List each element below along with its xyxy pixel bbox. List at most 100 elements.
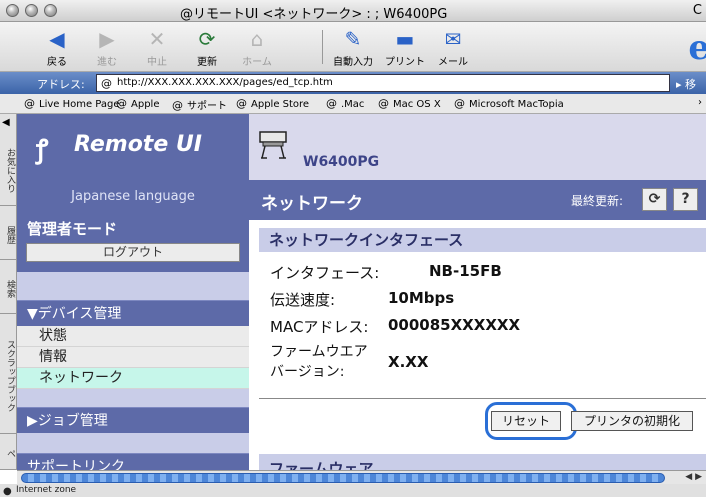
mac-address-value: 000085XXXXXX [388, 316, 521, 334]
favorite-at-icon: @ [116, 97, 127, 110]
section-header-network-interface: ネットワークインタフェース [259, 228, 706, 252]
print-button[interactable]: ▬ プリント [382, 25, 428, 68]
close-window-button[interactable] [6, 4, 19, 17]
forward-label: 進む [97, 57, 117, 68]
window-title-overflow: C [692, 3, 702, 18]
tab-scrapbook[interactable]: スクラップブック [0, 314, 17, 434]
scroll-arrows-icon[interactable]: ◀ ▶ [685, 472, 702, 482]
address-bar: アドレス: @ http://XXX.XXX.XXX.XXX/pages/ed_… [0, 72, 706, 94]
browser-toolbar: ◀ 戻る ▶ 進む ✕ 中止 ⟳ 更新 ⌂ ホーム ✎ 自動入力 ▬ プリント … [0, 22, 706, 72]
autofill-icon: ✎ [344, 27, 362, 51]
page-title: ネットワーク [261, 194, 363, 214]
admin-mode-title: 管理者モード [27, 220, 118, 238]
nav-spacer [17, 389, 249, 407]
mail-button[interactable]: ✉ メール [430, 25, 476, 68]
interface-label: インタフェース: [270, 264, 380, 282]
favorite-apple-store[interactable]: @ Apple Store [236, 97, 309, 110]
favorite-mac-os-x[interactable]: @ Mac OS X [378, 97, 441, 110]
last-updated-label: 最終更新: [571, 194, 624, 208]
favorites-bar: @ Live Home Page @ Apple @ サポート @ Apple Stor… [0, 94, 706, 114]
firmware-section-title: ファームウェア [269, 460, 374, 470]
favorite-at-icon: @ [24, 97, 35, 110]
speed-label: 伝送速度: [270, 291, 336, 309]
nav-spacer [17, 272, 249, 300]
minimize-window-button[interactable] [25, 4, 38, 17]
horizontal-scrollbar[interactable]: ◀ ▶ [17, 470, 706, 484]
home-button[interactable]: ⌂ ホーム [234, 25, 280, 68]
nav-item-status[interactable]: 状態 [17, 326, 249, 347]
nav-item-network[interactable]: ネットワーク [17, 368, 249, 389]
mail-icon: ✉ [444, 27, 462, 51]
admin-area: 管理者モード ログアウト [17, 212, 249, 272]
back-button[interactable]: ◀ 戻る [34, 25, 80, 68]
page-at-icon: @ [101, 77, 112, 90]
forward-button[interactable]: ▶ 進む [84, 25, 130, 68]
remote-ui-nav: ꝭ Remote UI Japanese language 管理者モード ログア… [17, 114, 249, 470]
interface-value: NB-15FB [429, 262, 502, 280]
printer-icon: ▬ [395, 27, 415, 51]
back-label: 戻る [47, 57, 67, 68]
favorite-at-icon: @ [172, 99, 183, 112]
collapse-tab-icon[interactable]: ◀ [2, 117, 10, 128]
tab-search[interactable]: 検索 [0, 260, 17, 314]
language-link[interactable]: Japanese language [17, 189, 249, 204]
refresh-icon: ⟳ [198, 27, 216, 51]
device-management-header[interactable]: ▼デバイス管理 [17, 300, 249, 326]
zone-text: Internet zone [16, 485, 77, 495]
favorites-more-icon[interactable]: › [698, 97, 702, 108]
go-button[interactable]: ▸ 移 [676, 76, 696, 92]
job-management-header[interactable]: ▶ジョブ管理 [17, 407, 249, 433]
address-label: アドレス: [37, 78, 85, 91]
main-content: W6400PG ネットワーク 最終更新: ⟳ ? ネットワークインタフェース イ… [249, 114, 706, 470]
stop-x-icon: ✕ [148, 27, 166, 51]
refresh-button[interactable]: ⟳ 更新 [184, 25, 230, 68]
stop-label: 中止 [147, 57, 167, 68]
refresh-icon: ⟳ [648, 191, 661, 207]
refresh-page-button[interactable]: ⟳ [642, 188, 667, 211]
firmware-version-value: X.XX [388, 353, 429, 371]
autofill-label: 自動入力 [333, 57, 373, 68]
refresh-label: 更新 [197, 57, 217, 68]
autofill-button[interactable]: ✎ 自動入力 [326, 25, 380, 68]
zoom-window-button[interactable] [44, 4, 57, 17]
favorite-live-home-page[interactable]: @ Live Home Page [24, 97, 120, 110]
go-label: 移 [685, 78, 697, 91]
favorite-support[interactable]: @ サポート [172, 97, 227, 112]
url-field[interactable]: @ http://XXX.XXX.XXX.XXX/pages/ed_tcp.ht… [96, 74, 670, 92]
printer-model-name: W6400PG [303, 154, 380, 170]
print-label: プリント [385, 57, 425, 68]
forward-arrow-icon: ▶ [99, 27, 115, 51]
favorite-at-icon: @ [378, 97, 389, 110]
back-arrow-icon: ◀ [49, 27, 65, 51]
logo-area: ꝭ Remote UI Japanese language [17, 114, 249, 212]
remote-ui-logo-icon: ꝭ [36, 135, 49, 165]
help-button[interactable]: ? [673, 188, 698, 211]
logout-button[interactable]: ログアウト [26, 243, 240, 262]
internet-zone-icon: ● [3, 486, 12, 497]
favorite-dot-mac[interactable]: @ .Mac [326, 97, 364, 110]
favorite-apple[interactable]: @ Apple [116, 97, 159, 110]
home-icon: ⌂ [250, 27, 264, 51]
stop-button[interactable]: ✕ 中止 [134, 25, 180, 68]
toolbar-separator [322, 30, 323, 64]
reset-button[interactable]: リセット [491, 411, 561, 431]
nav-item-info[interactable]: 情報 [17, 347, 249, 368]
printer-init-button[interactable]: プリンタの初期化 [571, 411, 693, 431]
window-title: @リモートUI <ネットワーク> : ; W6400PG [180, 7, 448, 22]
url-text: http://XXX.XXX.XXX.XXX/pages/ed_tcp.htm [117, 77, 333, 88]
favorite-microsoft-mactopia[interactable]: @ Microsoft MacTopia [454, 97, 564, 110]
nav-spacer [17, 433, 249, 453]
section-header-firmware: ファームウェア [259, 454, 706, 470]
favorite-at-icon: @ [326, 97, 337, 110]
speed-value: 10Mbps [388, 289, 455, 307]
tab-page-holder[interactable]: ペ [0, 434, 17, 470]
favorite-at-icon: @ [236, 97, 247, 110]
tab-history[interactable]: 履歴 [0, 206, 17, 260]
home-label: ホーム [242, 57, 272, 68]
printer-model-icon [259, 131, 287, 159]
support-links-header[interactable]: サポートリンク [17, 453, 249, 470]
scrollbar-thumb[interactable] [21, 473, 665, 483]
favorite-at-icon: @ [454, 97, 465, 110]
tab-favorites[interactable]: お気に入り [0, 132, 17, 206]
remote-ui-logo-text: Remote UI [74, 132, 202, 157]
